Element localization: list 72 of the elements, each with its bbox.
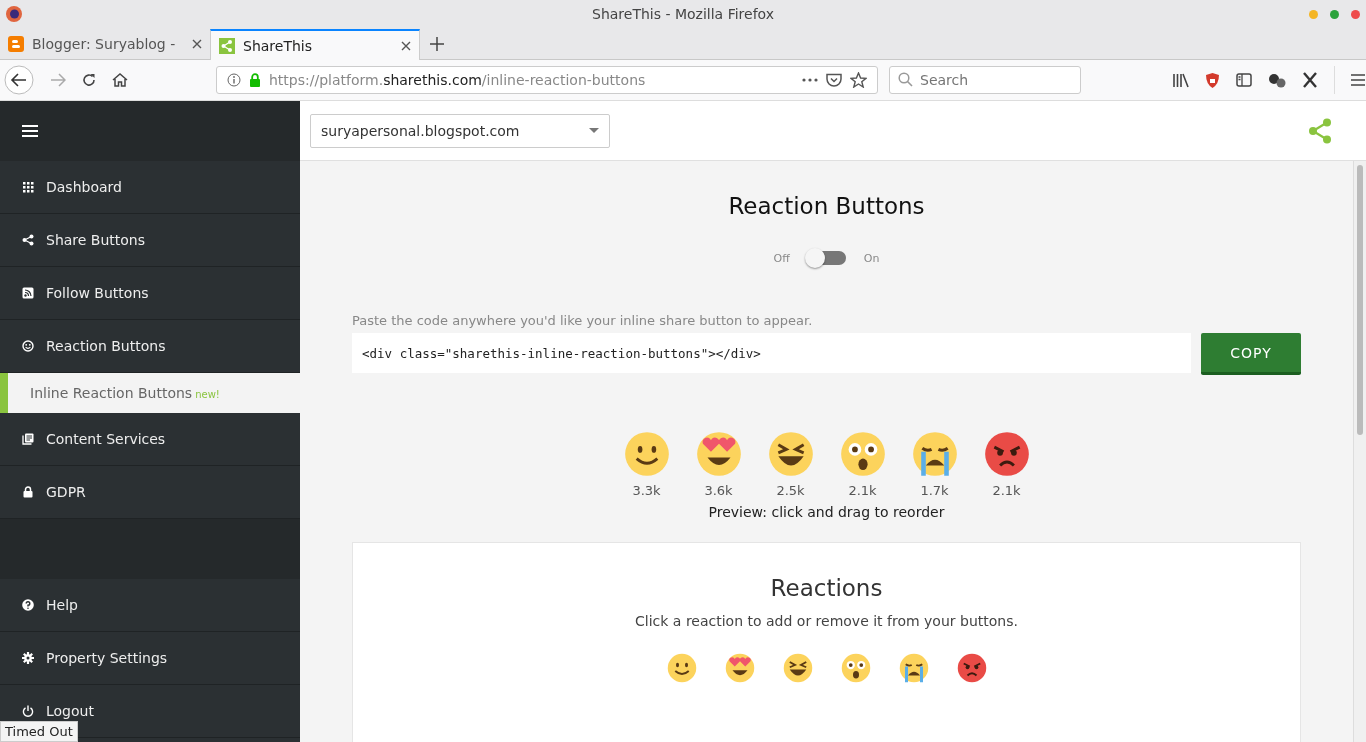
search-field[interactable]: Search — [889, 66, 1081, 94]
shield-icon[interactable] — [1205, 71, 1220, 89]
info-icon — [227, 73, 241, 87]
smile-emoji-icon[interactable] — [666, 653, 697, 683]
url-text: https://platform.sharethis.com/inline-reaction-buttons — [269, 72, 647, 88]
card-subtitle: Click a reaction to add or remove it from your buttons. — [635, 613, 1018, 629]
love-emoji-icon[interactable] — [724, 653, 755, 683]
home-icon[interactable] — [112, 73, 128, 87]
address-bar[interactable]: https://platform.sharethis.com/inline-reaction-buttons — [216, 66, 878, 94]
library-icon[interactable] — [1172, 72, 1189, 88]
blogger-icon — [8, 36, 24, 52]
help-icon — [22, 599, 34, 611]
share-icon — [219, 37, 235, 54]
rss-icon — [22, 287, 34, 299]
spheres-icon[interactable] — [1268, 72, 1286, 88]
browser-tab[interactable]: Blogger: Suryablog - — [0, 29, 210, 59]
reaction-count: 3.6k — [704, 483, 733, 498]
reload-icon[interactable] — [82, 73, 96, 87]
angry-emoji-icon[interactable] — [956, 653, 987, 683]
new-label: new! — [195, 389, 220, 400]
document-list-icon — [22, 433, 34, 445]
browser-logo-icon — [6, 6, 22, 22]
status-tooltip: Timed Out — [0, 721, 78, 742]
sad-emoji-icon[interactable] — [911, 431, 958, 477]
reaction-count: 1.7k — [920, 483, 949, 498]
reaction-count: 2.5k — [776, 483, 805, 498]
star-icon[interactable] — [850, 72, 867, 88]
window-title: ShareThis - Mozilla Firefox — [592, 6, 774, 22]
lock-icon — [22, 486, 34, 498]
caret-icon — [589, 128, 599, 133]
close-icon[interactable] — [192, 39, 202, 49]
copy-button[interactable]: COPY — [1201, 333, 1301, 375]
off-label: Off — [773, 251, 790, 265]
pocket-icon[interactable] — [826, 72, 842, 88]
reaction-count: 2.1k — [992, 483, 1021, 498]
code-hint: Paste the code anywhere you'd like your inline share button to appear. — [352, 313, 814, 328]
laugh-emoji-icon[interactable] — [782, 653, 813, 683]
share-icon — [22, 234, 34, 246]
back-icon[interactable] — [4, 65, 34, 95]
scrollbar-thumb[interactable] — [1357, 165, 1363, 435]
sidebar-subitem[interactable]: Inline Reaction Buttons new! — [0, 373, 300, 413]
code-snippet-field[interactable]: <div class="sharethis-inline-reaction-buttons"></div> — [352, 333, 1191, 373]
grid-icon — [22, 181, 34, 193]
laugh-emoji-icon[interactable] — [767, 431, 814, 477]
sidebar-icon[interactable] — [1236, 73, 1252, 87]
reaction-count: 2.1k — [848, 483, 877, 498]
subitem-label: Inline Reaction Buttons — [30, 385, 193, 401]
love-emoji-icon[interactable] — [695, 431, 742, 477]
power-icon — [22, 705, 34, 717]
page-title: Reaction Buttons — [728, 193, 925, 219]
more-icon[interactable] — [802, 78, 818, 82]
x-icon[interactable] — [1302, 72, 1318, 88]
close-icon[interactable] — [401, 40, 411, 51]
reaction-count: 3.3k — [632, 483, 661, 498]
angry-emoji-icon[interactable] — [983, 431, 1030, 477]
search-icon — [898, 72, 913, 87]
new-tab-icon[interactable] — [430, 37, 444, 51]
sad-emoji-icon[interactable] — [898, 653, 929, 683]
settings-icon — [22, 652, 34, 664]
forward-icon — [50, 73, 66, 87]
on-label: On — [863, 251, 880, 265]
wow-emoji-icon[interactable] — [840, 653, 871, 683]
preview-caption: Preview: click and drag to reorder — [708, 504, 945, 520]
card-title: Reactions — [770, 575, 883, 601]
property-dropdown[interactable]: suryapersonal.blogspot.com — [310, 113, 610, 148]
wow-emoji-icon[interactable] — [839, 431, 886, 477]
browser-tab[interactable]: ShareThis — [210, 29, 420, 60]
lock-icon — [249, 73, 261, 87]
maximize-button[interactable] — [1330, 9, 1339, 19]
smile-emoji-icon[interactable] — [623, 431, 670, 477]
smiley-icon — [22, 340, 34, 352]
close-button[interactable] — [1351, 9, 1360, 19]
